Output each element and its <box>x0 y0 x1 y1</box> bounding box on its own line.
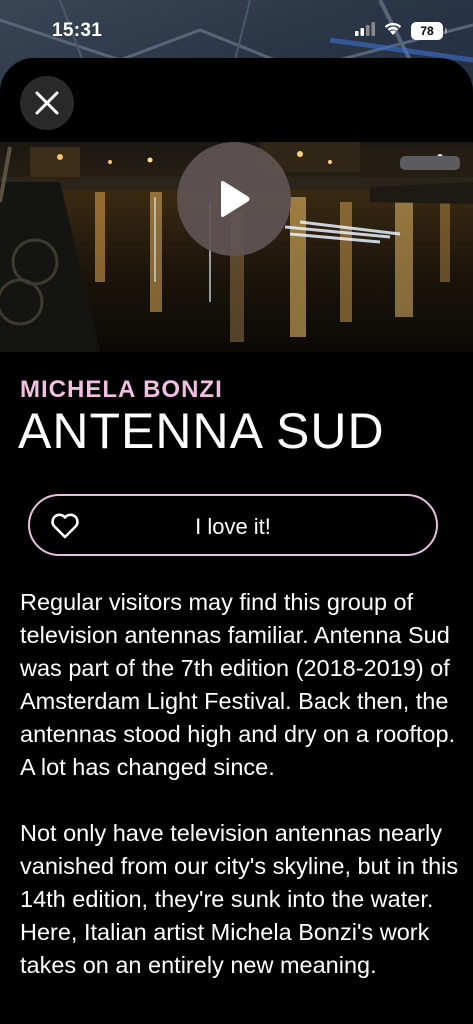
artist-name: MICHELA BONZI <box>20 376 223 403</box>
status-time: 15:31 <box>52 20 103 41</box>
description-paragraph: Regular visitors may find this group of … <box>20 589 456 780</box>
wifi-icon <box>383 21 403 41</box>
signal-icon <box>355 21 375 41</box>
play-icon <box>221 181 250 217</box>
love-it-button[interactable]: I love it! <box>28 494 438 556</box>
love-it-label: I love it! <box>195 514 271 539</box>
battery-icon: 78 <box>411 22 447 40</box>
status-icons: 78 <box>355 21 447 41</box>
close-icon <box>35 91 59 115</box>
play-button[interactable] <box>177 142 291 256</box>
detail-sheet: MICHELA BONZI ANTENNA SUD I love it! Reg… <box>0 58 473 1024</box>
description-paragraph: Not only have television antennas nearly… <box>20 820 459 978</box>
close-button[interactable] <box>20 76 74 130</box>
status-bar: 15:31 78 <box>0 0 473 60</box>
artwork-description: Regular visitors may find this group of … <box>20 586 460 1015</box>
artwork-title: ANTENNA SUD <box>18 403 385 459</box>
screen: 15:31 78 MICHELA BONZI ANTENNA SUD I lov… <box>0 0 473 1024</box>
hero-image[interactable] <box>0 142 473 352</box>
